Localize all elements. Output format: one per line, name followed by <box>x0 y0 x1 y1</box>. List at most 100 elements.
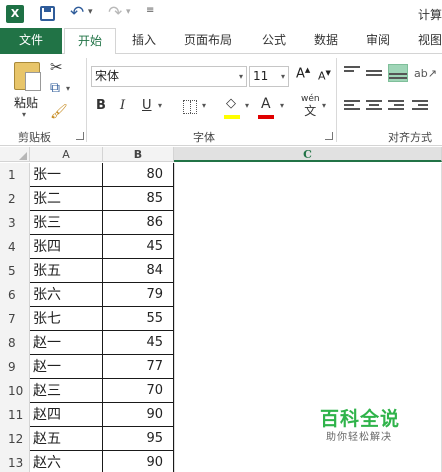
cell-score[interactable]: 80 <box>103 163 174 187</box>
cell-c[interactable] <box>174 211 442 235</box>
cell-name[interactable]: 张五 <box>30 259 103 283</box>
cell-c[interactable] <box>174 307 442 331</box>
tab-home[interactable]: 开始 <box>64 28 116 55</box>
row-number[interactable]: 1 <box>0 163 30 187</box>
cut-icon[interactable]: ✂ <box>50 58 63 76</box>
cell-c[interactable] <box>174 283 442 307</box>
save-icon[interactable] <box>40 6 55 21</box>
cell-c[interactable] <box>174 187 442 211</box>
cell-name[interactable]: 张六 <box>30 283 103 307</box>
cell-name[interactable]: 张二 <box>30 187 103 211</box>
customize-qat-icon[interactable]: ≡ <box>146 5 154 16</box>
chevron-down-icon[interactable]: ▾ <box>281 67 285 86</box>
tab-review[interactable]: 审阅 <box>358 28 398 54</box>
cell-score[interactable]: 85 <box>103 187 174 211</box>
cell-score[interactable]: 90 <box>103 403 174 427</box>
copy-icon[interactable]: ⧉ <box>50 80 60 96</box>
clipboard-launcher-icon[interactable] <box>76 132 84 140</box>
cell-score[interactable]: 84 <box>103 259 174 283</box>
column-header-b[interactable]: B <box>103 147 174 162</box>
shrink-font-icon[interactable]: A▼ <box>318 69 331 83</box>
row-number[interactable]: 5 <box>0 259 30 283</box>
underline-dropdown-icon[interactable]: ▾ <box>158 101 162 110</box>
row-number[interactable]: 13 <box>0 451 30 472</box>
phonetic-dropdown-icon[interactable]: ▾ <box>322 101 326 110</box>
font-name-select[interactable]: 宋体 ▾ <box>91 66 247 87</box>
cell-c[interactable] <box>174 355 442 379</box>
decrease-indent-icon[interactable] <box>412 100 428 114</box>
cell-name[interactable]: 张一 <box>30 163 103 187</box>
tab-file[interactable]: 文件 <box>0 28 62 54</box>
italic-button[interactable]: I <box>120 98 125 113</box>
undo-icon[interactable]: ↶ <box>70 3 84 23</box>
cell-score[interactable]: 90 <box>103 451 174 472</box>
align-right-icon[interactable] <box>388 100 404 114</box>
tab-insert[interactable]: 插入 <box>124 28 164 54</box>
paste-dropdown-icon[interactable]: ▾ <box>22 110 26 119</box>
cell-name[interactable]: 赵一 <box>30 355 103 379</box>
cell-score[interactable]: 70 <box>103 379 174 403</box>
row-number[interactable]: 4 <box>0 235 30 259</box>
font-size-select[interactable]: 11 ▾ <box>249 66 289 87</box>
row-number[interactable]: 7 <box>0 307 30 331</box>
cell-name[interactable]: 赵六 <box>30 451 103 472</box>
row-number[interactable]: 12 <box>0 427 30 451</box>
phonetic-guide-icon[interactable]: wén 文 <box>301 94 320 118</box>
excel-logo-icon[interactable]: X <box>6 5 24 23</box>
format-painter-icon[interactable]: 🖌 <box>50 104 68 120</box>
row-number[interactable]: 2 <box>0 187 30 211</box>
row-number[interactable]: 8 <box>0 331 30 355</box>
cell-name[interactable]: 赵三 <box>30 379 103 403</box>
paste-button-label[interactable]: 粘贴 <box>14 94 38 111</box>
column-header-c[interactable]: C <box>174 147 442 162</box>
align-bottom-icon[interactable] <box>388 64 408 82</box>
select-all-button[interactable] <box>0 147 30 162</box>
column-header-a[interactable]: A <box>30 147 103 162</box>
row-number[interactable]: 3 <box>0 211 30 235</box>
row-number[interactable]: 6 <box>0 283 30 307</box>
undo-dropdown-icon[interactable]: ▾ <box>88 7 93 17</box>
redo-icon[interactable]: ↷ <box>108 3 122 23</box>
chevron-down-icon[interactable]: ▾ <box>239 67 243 86</box>
cell-c[interactable] <box>174 451 442 472</box>
cell-c[interactable] <box>174 259 442 283</box>
cell-name[interactable]: 张四 <box>30 235 103 259</box>
cell-c[interactable] <box>174 235 442 259</box>
borders-icon[interactable] <box>183 100 197 114</box>
cell-name[interactable]: 张三 <box>30 211 103 235</box>
cell-name[interactable]: 张七 <box>30 307 103 331</box>
borders-dropdown-icon[interactable]: ▾ <box>202 101 206 110</box>
font-color-icon[interactable]: A <box>261 96 271 112</box>
cell-score[interactable]: 95 <box>103 427 174 451</box>
align-top-icon[interactable] <box>344 66 360 80</box>
cell-c[interactable] <box>174 331 442 355</box>
fill-color-icon[interactable]: ◇ <box>226 96 236 111</box>
copy-dropdown-icon[interactable]: ▾ <box>66 84 70 93</box>
tab-formulas[interactable]: 公式 <box>254 28 294 54</box>
bold-button[interactable]: B <box>96 98 106 113</box>
grow-font-icon[interactable]: A▲ <box>296 66 310 81</box>
row-number[interactable]: 10 <box>0 379 30 403</box>
tab-data[interactable]: 数据 <box>306 28 346 54</box>
cell-score[interactable]: 86 <box>103 211 174 235</box>
cell-score[interactable]: 79 <box>103 283 174 307</box>
cell-score[interactable]: 45 <box>103 235 174 259</box>
redo-dropdown-icon[interactable]: ▾ <box>126 7 131 17</box>
cell-c[interactable] <box>174 163 442 187</box>
underline-button[interactable]: U <box>142 98 152 113</box>
font-color-dropdown-icon[interactable]: ▾ <box>280 101 284 110</box>
font-launcher-icon[interactable] <box>325 132 333 140</box>
tab-view[interactable]: 视图 <box>410 28 442 54</box>
align-left-icon[interactable] <box>344 100 360 114</box>
orientation-icon[interactable]: ab↗ <box>414 66 437 80</box>
fill-color-dropdown-icon[interactable]: ▾ <box>245 101 249 110</box>
cell-name[interactable]: 赵五 <box>30 427 103 451</box>
tab-page-layout[interactable]: 页面布局 <box>176 28 240 54</box>
cell-score[interactable]: 45 <box>103 331 174 355</box>
cell-name[interactable]: 赵一 <box>30 331 103 355</box>
cell-score[interactable]: 55 <box>103 307 174 331</box>
cell-score[interactable]: 77 <box>103 355 174 379</box>
cell-name[interactable]: 赵四 <box>30 403 103 427</box>
align-center-icon[interactable] <box>366 100 382 114</box>
row-number[interactable]: 9 <box>0 355 30 379</box>
